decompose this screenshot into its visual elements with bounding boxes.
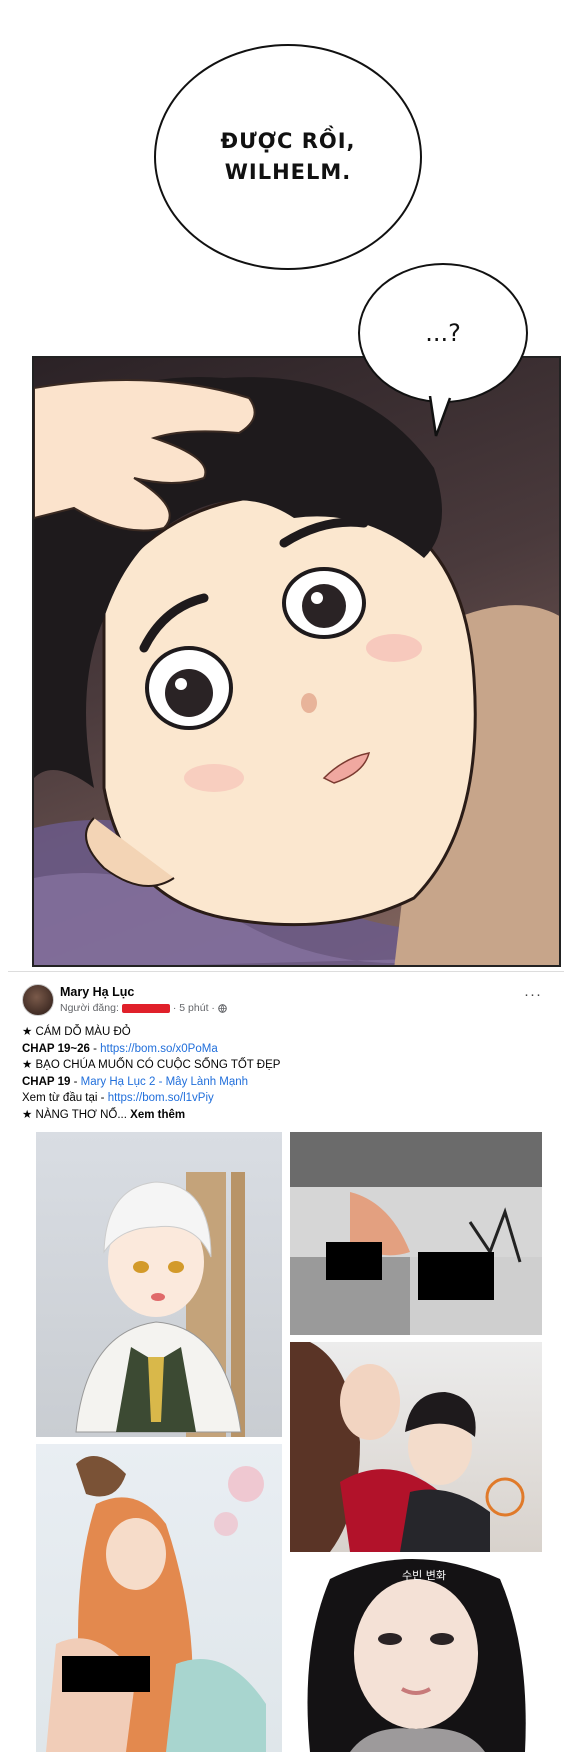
post-image-3[interactable]	[290, 1342, 542, 1552]
manga-panel-illustration	[34, 377, 559, 965]
post-line: ★ CÁM DỖ MÀU ĐỎ	[22, 1024, 280, 1041]
post-line-bold: CHAP 19	[22, 1075, 71, 1088]
speech-bubble-text: ...?	[425, 319, 461, 347]
post-image-4-art	[46, 1456, 266, 1752]
censor-bar	[326, 1242, 382, 1280]
post-time[interactable]: · 5 phút ·	[173, 1002, 215, 1014]
post-line-sep: -	[89, 1042, 101, 1055]
speech-bubble-tail-icon	[428, 396, 452, 437]
post-meta: Người đăng: · 5 phút ·	[60, 1002, 227, 1014]
star-icon: ★	[22, 1026, 36, 1038]
post-link[interactable]: https://bom.so/x0PoMa	[100, 1043, 218, 1055]
see-more-link[interactable]: Xem thêm	[127, 1109, 185, 1121]
speech-bubble-text: ĐƯỢC RỒI, WILHELM.	[220, 129, 356, 184]
post-line-text: NÀNG THƠ NỔ...	[35, 1108, 127, 1121]
post-line: Xem từ đầu tại - https://bom.so/l1vPiy	[22, 1090, 280, 1107]
post-link[interactable]: https://bom.so/l1vPiy	[108, 1092, 214, 1104]
post-line-bold: CHAP 19~26	[22, 1042, 90, 1055]
post-image-5[interactable]: 수빈 변화	[290, 1559, 542, 1752]
redacted-name	[121, 1003, 170, 1013]
post-line: ★ NÀNG THƠ NỔ... Xem thêm	[22, 1107, 280, 1124]
post-author-name[interactable]: Mary Hạ Lục	[60, 985, 134, 999]
star-icon: ★	[22, 1108, 36, 1121]
manga-panel	[32, 356, 561, 967]
speech-bubble-2: ...?	[358, 263, 528, 403]
post-image-3-art	[290, 1342, 525, 1552]
censor-bar	[62, 1656, 150, 1692]
post-line-sep: -	[70, 1075, 81, 1088]
censor-bar	[418, 1252, 494, 1300]
post-link[interactable]: Mary Hạ Lục 2 - Mây Lành Mạnh	[81, 1076, 248, 1088]
avatar[interactable]	[22, 984, 54, 1016]
post-meta-prefix: Người đăng:	[60, 1002, 119, 1014]
speech-bubble-1: ĐƯỢC RỒI, WILHELM.	[154, 44, 422, 270]
image-caption: 수빈 변화	[402, 1569, 446, 1582]
post-image-4[interactable]	[36, 1444, 282, 1752]
post-image-1[interactable]	[36, 1132, 282, 1437]
post-image-grid: 수빈 변화	[36, 1132, 542, 1752]
post-line-text: BẠO CHÚA MUỐN CÓ CUỘC SỐNG TỐT ĐẸP	[35, 1059, 281, 1071]
post-line: ★ BẠO CHÚA MUỐN CÓ CUỘC SỐNG TỐT ĐẸP	[22, 1057, 280, 1074]
globe-icon	[218, 1003, 227, 1013]
post-line-text: Xem từ đầu tại -	[22, 1092, 108, 1104]
post-image-2-art	[290, 1132, 542, 1335]
facebook-post-card: Mary Hạ Lục Người đăng: · 5 phút · ··· ★…	[8, 971, 564, 1752]
post-line-text: CÁM DỖ MÀU ĐỎ	[35, 1026, 131, 1038]
post-line: CHAP 19~26 - https://bom.so/x0PoMa	[22, 1041, 280, 1058]
more-options-icon[interactable]: ···	[524, 986, 542, 1003]
post-image-1-art	[75, 1172, 245, 1437]
post-line: CHAP 19 - Mary Hạ Lục 2 - Mây Lành Mạnh	[22, 1074, 280, 1091]
post-body: ★ CÁM DỖ MÀU ĐỎ CHAP 19~26 - https://bom…	[22, 1024, 280, 1123]
post-image-2[interactable]	[290, 1132, 542, 1335]
star-icon: ★	[22, 1059, 36, 1071]
post-image-5-art	[307, 1559, 526, 1752]
